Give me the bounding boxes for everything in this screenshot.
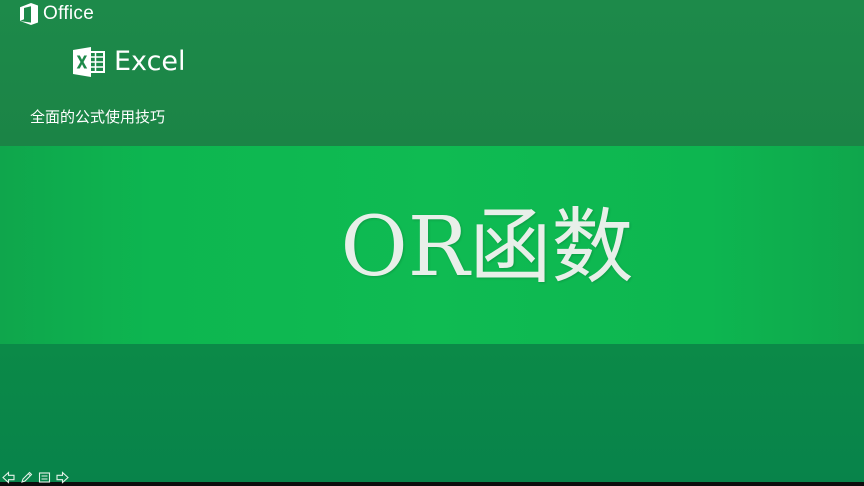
previous-slide-button[interactable] <box>1 470 16 485</box>
next-slide-button[interactable] <box>55 470 70 485</box>
arrow-left-icon <box>2 470 15 484</box>
office-logo-icon <box>20 3 38 25</box>
bottom-strip <box>0 482 864 486</box>
slide: Office Excel 全面的公式使用技巧 OR函数 <box>0 0 864 486</box>
slide-subtitle: 全面的公式使用技巧 <box>30 108 166 126</box>
slide-title: OR函数 <box>340 200 634 295</box>
presentation-controls <box>1 469 73 485</box>
slide-menu-button[interactable] <box>37 470 52 485</box>
pen-icon <box>21 471 33 483</box>
office-brand: Office <box>20 3 94 25</box>
office-brand-text: Office <box>43 3 95 24</box>
slide-menu-icon <box>38 471 51 483</box>
arrow-right-icon <box>56 470 69 484</box>
footer-band <box>0 344 864 482</box>
excel-brand: Excel <box>73 45 186 79</box>
excel-logo-icon <box>73 47 105 77</box>
excel-brand-text: Excel <box>114 46 186 77</box>
pen-tool-button[interactable] <box>19 470 34 485</box>
